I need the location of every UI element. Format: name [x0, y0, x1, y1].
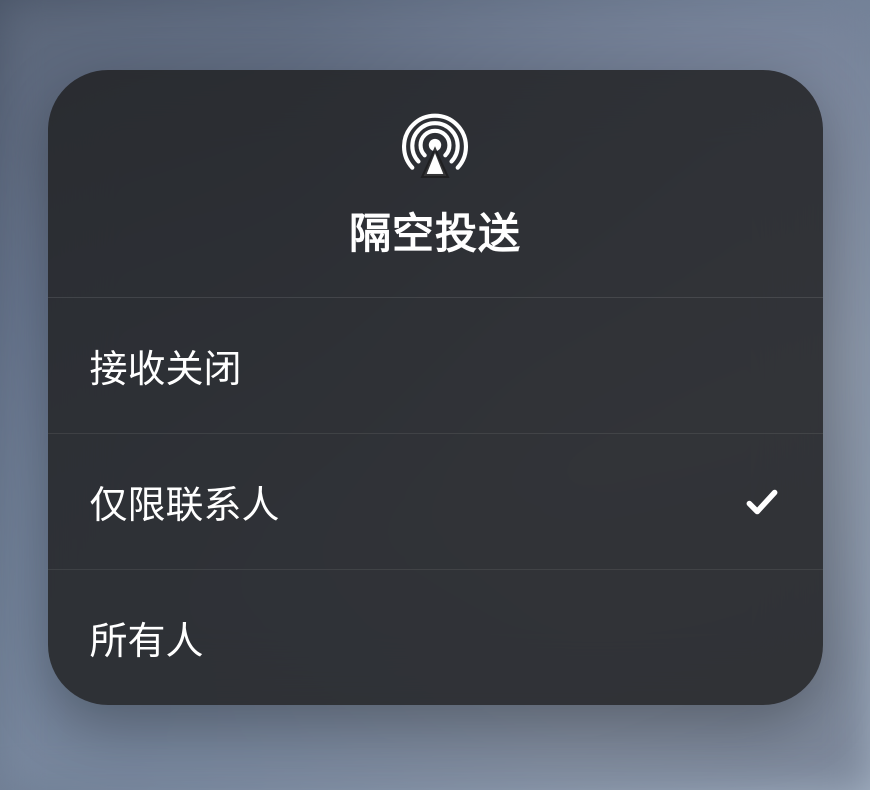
- option-label: 接收关闭: [90, 338, 242, 393]
- panel-title: 隔空投送: [349, 200, 521, 261]
- options-list: 接收关闭 仅限联系人 所有人: [48, 298, 823, 705]
- option-label: 所有人: [90, 610, 204, 665]
- option-receiving-off[interactable]: 接收关闭: [48, 298, 823, 434]
- airdrop-icon: [402, 112, 468, 178]
- option-everyone[interactable]: 所有人: [48, 570, 823, 705]
- option-label: 仅限联系人: [90, 474, 280, 529]
- airdrop-settings-panel: 隔空投送 接收关闭 仅限联系人 所有人: [48, 70, 823, 705]
- checkmark-icon: [743, 483, 781, 521]
- panel-header: 隔空投送: [48, 70, 823, 298]
- option-contacts-only[interactable]: 仅限联系人: [48, 434, 823, 570]
